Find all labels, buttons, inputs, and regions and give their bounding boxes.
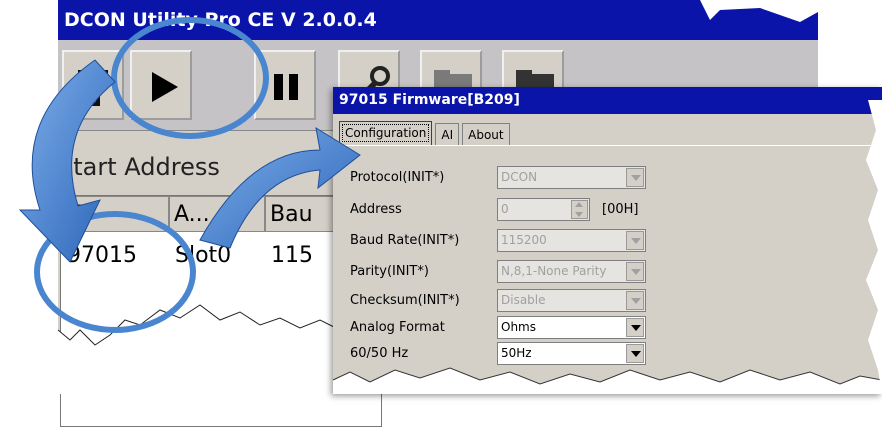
chevron-down-icon[interactable]	[626, 318, 644, 337]
arrow-up-icon	[575, 202, 583, 207]
analog-format-row: Analog Format Ohms	[350, 316, 870, 340]
baud-rate-value: 115200	[501, 233, 547, 247]
chevron-down-icon[interactable]	[626, 262, 644, 281]
protocol-label: Protocol(INIT*)	[350, 170, 445, 185]
protocol-row: Protocol(INIT*) DCON	[350, 166, 870, 190]
checksum-row: Checksum(INIT*) Disable	[350, 289, 870, 313]
chevron-down-icon[interactable]	[626, 291, 644, 310]
address-row: Address 0 [00H]	[350, 198, 870, 222]
analog-format-value: Ohms	[501, 320, 536, 334]
parity-value: N,8,1-None Parity	[501, 264, 607, 278]
hz-label: 60/50 Hz	[350, 346, 409, 361]
checksum-label: Checksum(INIT*)	[350, 293, 460, 308]
address-label: Address	[350, 202, 402, 217]
firmware-dialog: 97015 Firmware[B209] Configuration AI Ab…	[333, 87, 882, 394]
parity-row: Parity(INIT*) N,8,1-None Parity	[350, 260, 870, 284]
hz-value: 50Hz	[501, 346, 532, 360]
analog-format-label: Analog Format	[350, 320, 445, 335]
dialog-title: 97015 Firmware[B209]	[333, 87, 882, 114]
address-value: 0	[501, 202, 509, 216]
parity-select[interactable]: N,8,1-None Parity	[497, 260, 646, 283]
protocol-value: DCON	[501, 170, 538, 184]
configuration-panel: Protocol(INIT*) DCON Address 0 [00H] Bau…	[339, 145, 882, 406]
address-hex-label: [00H]	[602, 202, 639, 217]
hz-row: 60/50 Hz 50Hz	[350, 342, 870, 366]
tab-bar: Configuration AI About	[339, 121, 513, 145]
chevron-down-icon[interactable]	[626, 168, 644, 187]
checksum-select[interactable]: Disable	[497, 289, 646, 312]
tab-ai[interactable]: AI	[435, 123, 460, 145]
checksum-value: Disable	[501, 293, 546, 307]
baud-rate-row: Baud Rate(INIT*) 115200	[350, 229, 870, 253]
baud-rate-label: Baud Rate(INIT*)	[350, 233, 460, 248]
chevron-down-icon[interactable]	[626, 344, 644, 363]
parity-label: Parity(INIT*)	[350, 264, 429, 279]
hz-select[interactable]: 50Hz	[497, 342, 646, 365]
tab-configuration[interactable]: Configuration	[339, 121, 433, 145]
analog-format-select[interactable]: Ohms	[497, 316, 646, 339]
protocol-select[interactable]: DCON	[497, 166, 646, 189]
baud-rate-select[interactable]: 115200	[497, 229, 646, 252]
arrow-down-icon	[575, 212, 583, 217]
address-stepper[interactable]: 0	[497, 198, 590, 221]
spin-buttons[interactable]	[571, 200, 588, 219]
chevron-down-icon[interactable]	[626, 231, 644, 250]
tab-about[interactable]: About	[462, 123, 510, 145]
